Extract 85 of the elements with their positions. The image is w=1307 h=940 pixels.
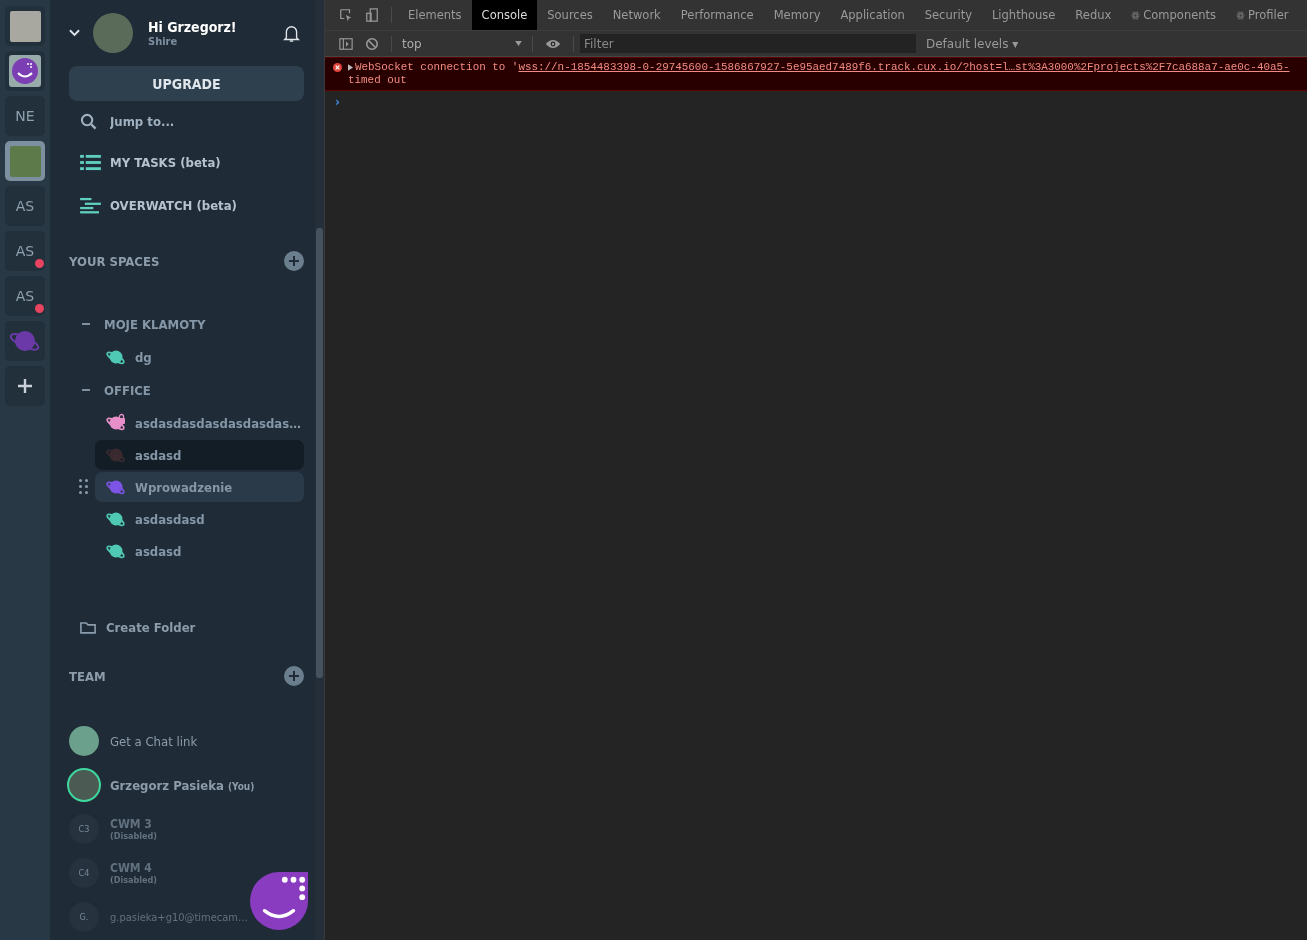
search-field[interactable]: Jump to... [108,112,262,130]
workspace-tile[interactable] [5,51,45,91]
devtools-tab[interactable]: Components [1121,0,1227,30]
folder-item[interactable]: OFFICE [69,373,304,407]
list-icon [80,154,101,171]
error-text: timed out [348,74,407,87]
greeting: Hi Grzegorz! [148,18,238,35]
devtools-tab[interactable]: Sources [537,0,603,30]
space-item[interactable]: dg [95,342,304,372]
folder-item[interactable]: MOJE KLAMOTY [69,307,304,341]
member-name[interactable]: CWM 3 [110,817,158,831]
timeline-icon [80,197,101,214]
workspace-tile[interactable]: AS [5,231,45,271]
add-space-icon[interactable] [284,251,304,271]
devtools-tab[interactable]: Performance [670,0,764,30]
space-item[interactable]: Wprowadzenie [95,472,304,502]
search-icon [80,112,97,130]
avatar-initials: C4 [69,858,99,888]
devtools-tab[interactable]: Profiler [1226,0,1299,30]
nav-item[interactable]: MY TASKS (beta) [69,141,304,184]
workspace-tile[interactable]: AS [5,276,45,316]
url-link[interactable]: wss://n-1854483398-0-29745600-1586867927-5e95aed7489f6.track.cux.io/?host=l…st%3A3000%2Fprojects%2F7ca688a7-ae0c-40a5- [518,61,1290,74]
sidebar-toggle-icon[interactable] [339,36,353,51]
workspace-initials: AS [15,243,35,259]
context-dropdown[interactable]: top [398,36,526,51]
section-title: TEAM [69,668,106,684]
devtools-tab[interactable]: Memory [763,0,831,30]
levels-dropdown[interactable]: Default levels ▾ [920,36,1025,51]
section-title: YOUR SPACES [69,253,160,269]
workspace-tile[interactable] [5,6,45,46]
add-member-icon[interactable] [284,666,304,686]
avatar-initials: C3 [69,814,99,844]
filter-field[interactable]: Filter [580,34,916,53]
member-name[interactable]: Get a Chat link [110,733,198,749]
workspace-tile[interactable]: NE [5,96,45,136]
avatar [69,726,99,756]
inspect-icon[interactable] [339,8,353,22]
space-item[interactable]: asdasd [95,536,304,566]
workspace-initials: AS [15,198,35,214]
bell-icon[interactable] [283,23,300,43]
avatar [69,770,99,800]
nav-item[interactable]: OVERWATCH (beta) [69,184,304,227]
member-status: (Disabled) [110,831,158,841]
member-name[interactable]: Grzegorz Pasieka (You) [110,777,255,793]
upgrade-button[interactable]: UPGRADE [69,66,304,101]
smiley-logo-icon [9,55,41,87]
photo-placeholder [9,10,41,42]
caret-icon [515,41,522,46]
devtools-tab[interactable]: Application [830,0,915,30]
error-icon [333,63,342,72]
devtools-tab[interactable]: Console [471,0,538,30]
workspace-tile[interactable] [5,141,45,181]
workspace-tile[interactable] [5,321,45,361]
workspace-tile[interactable] [5,366,45,406]
workspace-name: Shire [148,34,178,48]
member-status: (Disabled) [110,875,158,885]
scrollbar-thumb[interactable] [316,228,323,678]
space-item[interactable]: asdasdasd [95,504,304,534]
plus-icon [17,378,33,394]
create-folder-link[interactable]: Create Folder [69,613,304,641]
devtools-tab[interactable]: Redux [1065,0,1122,30]
member-name[interactable]: g.pasieka+g10@timecam… [110,910,248,924]
avatar [93,13,133,53]
chat-widget-icon[interactable] [250,872,308,930]
clear-console-icon[interactable] [365,36,379,51]
device-toolbar-icon[interactable] [365,8,379,22]
devtools-tab[interactable]: Lighthouse [981,0,1066,30]
devtools-tab[interactable]: Elements [398,0,472,30]
error-text: WebSocket connection to ' [355,61,519,74]
workspace-tile[interactable]: AS [5,186,45,226]
space-item[interactable]: asdasdasdasdasdasdas… [95,408,304,438]
space-item[interactable]: asdasd [95,440,304,470]
photo-placeholder [9,145,41,177]
drag-handle-icon[interactable] [79,479,88,495]
avatar-initials: G. [69,902,99,932]
member-name[interactable]: CWM 4 [110,861,158,875]
prompt-icon[interactable]: › [335,95,340,109]
workspace-initials: NE [15,108,35,124]
devtools-tab[interactable]: Network [602,0,671,30]
devtools-tab[interactable]: Security [914,0,982,30]
chevron-down-icon[interactable] [69,29,80,37]
folder-icon [80,620,96,634]
eye-icon[interactable] [545,37,561,50]
workspace-initials: AS [15,288,35,304]
expand-triangle-icon[interactable] [348,64,353,71]
